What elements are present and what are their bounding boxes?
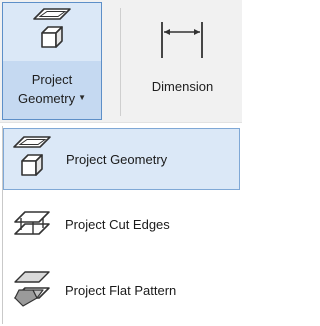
dimension-icon — [161, 22, 203, 58]
project-geometry-label-line2: Geometry — [18, 91, 76, 106]
menu-item-project-flat-pattern[interactable]: Project Flat Pattern — [3, 260, 240, 322]
dimension-button[interactable]: Dimension — [130, 2, 235, 120]
menu-item-project-geometry[interactable]: Project Geometry — [3, 128, 240, 190]
project-flat-pattern-icon — [14, 271, 50, 307]
project-geometry-label-line1: Project — [31, 72, 73, 87]
page: Project Geometry ▼ Dimension Project Geo… — [0, 0, 242, 326]
dimension-button-label: Dimension — [151, 79, 214, 94]
menu-item-label: Project Geometry — [66, 152, 168, 167]
project-geometry-button-label: Project Geometry ▼ — [3, 71, 101, 108]
project-geometry-dropdown-menu: Project Geometry Project Cut Edges Proje… — [2, 126, 240, 324]
project-geometry-split-button[interactable]: Project Geometry ▼ — [2, 2, 102, 120]
menu-item-project-cut-edges[interactable]: Project Cut Edges — [3, 194, 240, 256]
ribbon-panel: Project Geometry ▼ Dimension — [0, 0, 242, 123]
ribbon-separator — [120, 8, 121, 116]
menu-item-label: Project Flat Pattern — [65, 283, 177, 298]
menu-item-label: Project Cut Edges — [65, 217, 170, 232]
project-geometry-icon — [33, 8, 71, 48]
project-cut-edges-icon — [14, 211, 50, 235]
project-geometry-icon — [13, 136, 51, 176]
chevron-down-icon: ▼ — [78, 93, 86, 102]
project-geometry-button-main[interactable] — [3, 3, 101, 62]
project-geometry-label-line2-wrap: Geometry ▼ — [3, 89, 101, 108]
